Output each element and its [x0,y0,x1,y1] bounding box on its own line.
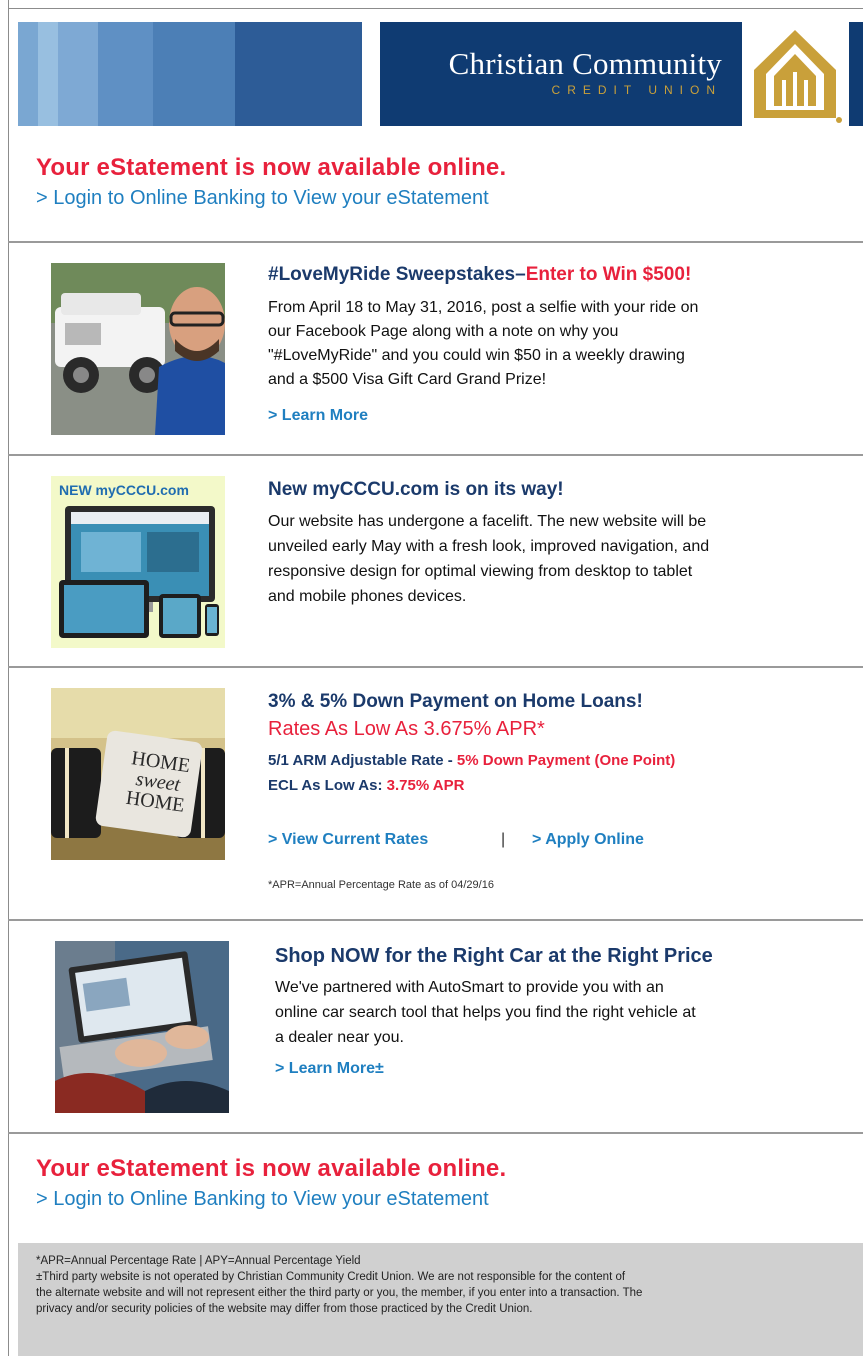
section-divider [8,919,863,921]
banner-stripe [98,22,153,126]
link-separator: | [501,831,506,848]
home-loans-title: 3% & 5% Down Payment on Home Loans! [268,691,643,712]
estatement-headline-bottom: Your eStatement is now available online. [36,1155,507,1182]
autosmart-line: online car search tool that helps you fi… [275,1004,696,1021]
sweepstakes-learn-more-link[interactable]: > Learn More [268,407,368,425]
pillow-text: HOME sweet HOME [117,747,199,817]
top-border [8,8,863,9]
arm-rate-highlight: 5% Down Payment (One Point) [456,752,676,769]
section-divider [8,241,863,243]
website-line: Our website has undergone a facelift. Th… [268,513,707,530]
banner-stripe [58,22,98,126]
banner-edge [849,22,863,126]
logo [742,22,849,126]
banner-stripe [38,22,58,126]
footer-line: the alternate website and will not repre… [36,1287,643,1299]
autosmart-line: We've partnered with AutoSmart to provid… [275,979,664,996]
cccu-logo-icon [754,30,842,123]
section-divider [8,1132,863,1134]
banner-stripe [235,22,362,126]
sweepstakes-line: our Facebook Page along with a note on w… [268,323,619,340]
apr-note: *APR=Annual Percentage Rate as of 04/29/… [268,879,494,891]
brand-block: Christian Community CREDIT UNION [380,22,742,126]
section-divider [8,666,863,668]
sweepstakes-title: #LoveMyRide Sweepstakes–Enter to Win $50… [268,264,691,286]
view-current-rates-link[interactable]: > View Current Rates [268,831,428,849]
home-loan-photo: HOME sweet HOME [51,688,225,860]
website-line: unveiled early May with a fresh look, im… [268,538,710,555]
banner-stripe [18,22,38,126]
brand-subtitle: CREDIT UNION [551,83,722,97]
estatement-headline: Your eStatement is now available online. [36,154,507,181]
arm-rate-label: 5/1 ARM Adjustable Rate - [268,752,457,769]
sweepstakes-photo [51,263,225,435]
login-online-banking-link[interactable]: > Login to Online Banking to View your e… [36,187,489,210]
ecl-rate-line: ECL As Low As: 3.75% APR [268,777,464,794]
home-loans-rate: Rates As Low As 3.675% APR* [268,718,545,740]
footer-line: ±Third party website is not operated by … [36,1271,626,1283]
website-description: Our website has undergone a facelift. Th… [268,509,858,609]
website-preview-image: NEW myCCCU.com [51,476,225,648]
sweepstakes-line: and a $500 Visa Gift Card Grand Prize! [268,371,547,388]
footer-disclosures: *APR=Annual Percentage Rate | APY=Annual… [18,1243,863,1356]
banner-stripe [153,22,235,126]
sweepstakes-title-highlight: Enter to Win $500! [525,264,692,285]
sweepstakes-title-text: #LoveMyRide Sweepstakes– [268,264,526,285]
login-online-banking-link-bottom[interactable]: > Login to Online Banking to View your e… [36,1188,489,1211]
website-line: responsive design for optimal viewing fr… [268,563,693,580]
sweepstakes-description: From April 18 to May 31, 2016, post a se… [268,296,858,392]
footer-text: *APR=Annual Percentage Rate | APY=Annual… [36,1253,846,1317]
autosmart-learn-more-link[interactable]: > Learn More± [275,1060,384,1078]
header-banner: Christian Community CREDIT UNION [18,22,863,126]
footer-line: privacy and/or security policies of the … [36,1303,533,1315]
arm-rate-line: 5/1 ARM Adjustable Rate - 5% Down Paymen… [268,752,675,769]
autosmart-photo [55,941,229,1113]
apply-online-link[interactable]: > Apply Online [532,831,644,849]
sweepstakes-line: From April 18 to May 31, 2016, post a se… [268,299,699,316]
ecl-rate-label: ECL As Low As: [268,777,387,794]
autosmart-line: a dealer near you. [275,1029,404,1046]
brand-name: Christian Community [448,46,722,81]
ecl-rate-highlight: 3.75% APR [386,777,465,794]
footer-line: *APR=Annual Percentage Rate | APY=Annual… [36,1255,361,1267]
website-line: and mobile phones devices. [268,588,467,605]
section-divider [8,454,863,456]
autosmart-description: We've partnered with AutoSmart to provid… [275,975,855,1050]
website-title: New myCCCU.com is on its way! [268,479,564,500]
autosmart-title: Shop NOW for the Right Car at the Right … [275,945,713,967]
sweepstakes-line: "#LoveMyRide" and you could win $50 in a… [268,347,685,364]
